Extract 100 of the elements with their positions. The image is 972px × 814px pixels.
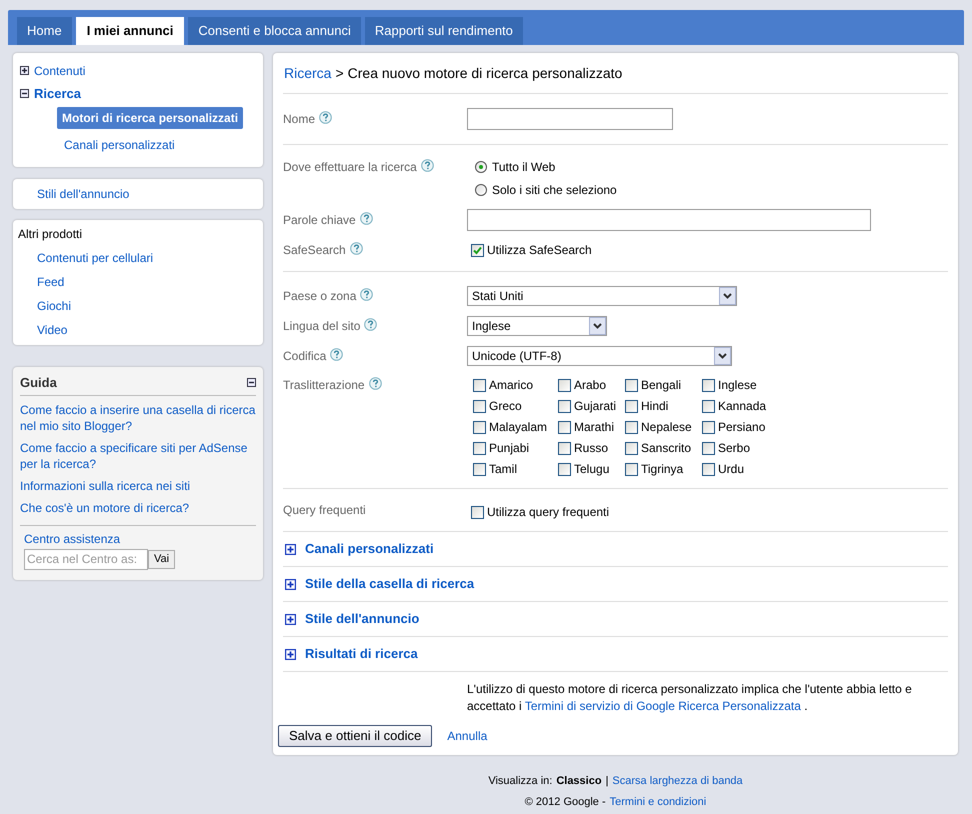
save-button[interactable]: Salva e ottieni il codice <box>278 725 432 747</box>
tab[interactable]: Rapporti sul rendimento <box>364 17 523 45</box>
panel-title: Altri prodotti <box>18 226 84 243</box>
checkbox-label: Gujarati <box>574 398 616 415</box>
checkbox-label: Utilizza query frequenti <box>487 504 610 521</box>
expand-icon[interactable] <box>285 544 296 554</box>
field-label: Traslitterazione <box>283 378 382 392</box>
checkbox-label: Marathi <box>574 419 614 436</box>
checkbox-label: Hindi <box>641 398 668 415</box>
checkbox[interactable] <box>473 400 486 412</box>
section-header[interactable]: Stile della casella di ricerca <box>305 574 474 594</box>
nav-item[interactable]: Canali personalizzati <box>57 134 182 156</box>
terms-conditions-link[interactable]: Termini e condizioni <box>610 794 706 810</box>
nav-link[interactable]: Stili dell'annuncio <box>37 187 130 201</box>
checkbox-label: Tamil <box>489 461 518 478</box>
collapse-icon[interactable] <box>247 378 256 388</box>
help-icon[interactable] <box>319 111 332 124</box>
checkbox[interactable] <box>702 462 715 476</box>
checkbox-label: Nepalese <box>641 419 692 436</box>
expand-icon[interactable] <box>285 648 296 660</box>
checkbox[interactable] <box>702 378 715 392</box>
field-label: Nome <box>283 112 332 126</box>
checkbox[interactable] <box>471 244 484 256</box>
checkbox[interactable] <box>625 442 638 454</box>
checkbox-label: Arabo <box>574 377 606 394</box>
checkbox[interactable] <box>625 462 638 476</box>
field-label: Dove effettuare la ricerca <box>283 160 434 174</box>
checkbox[interactable] <box>558 462 571 476</box>
checkbox-label: Tigrinya <box>641 461 684 478</box>
language-select[interactable]: Inglese <box>467 316 607 336</box>
breadcrumb-separator: > <box>335 64 344 83</box>
name-field[interactable] <box>467 108 673 130</box>
keywords-field[interactable] <box>467 209 871 231</box>
help-icon[interactable] <box>364 318 378 331</box>
field-label: Codifica <box>283 349 344 363</box>
checkbox[interactable] <box>702 442 715 454</box>
section-header[interactable]: Risultati di ricerca <box>305 644 418 664</box>
section-header[interactable]: Stile dell'annuncio <box>305 609 420 629</box>
checkbox[interactable] <box>702 420 715 434</box>
nav-link[interactable]: Ricerca <box>34 84 81 104</box>
terms-text: L'utilizzo di questo motore di ricerca personalizzato implica che l'utente abbia letto e accettato i Termini di servizio di Google Ricerca Personalizzata . <box>467 681 913 715</box>
help-icon[interactable] <box>360 288 374 301</box>
checkbox[interactable] <box>625 400 638 412</box>
checkbox[interactable] <box>625 378 638 392</box>
checkbox[interactable] <box>558 400 571 412</box>
expand-icon[interactable] <box>285 614 296 624</box>
checkbox[interactable] <box>473 378 486 392</box>
tab[interactable]: I miei annunci <box>76 17 184 45</box>
help-icon[interactable] <box>420 159 434 172</box>
help-link[interactable]: Che cos'è un motore di ricerca? <box>20 500 256 516</box>
field-label: Lingua del sito <box>283 319 378 333</box>
help-icon[interactable] <box>330 348 344 361</box>
tab[interactable]: Consenti e blocca annunci <box>188 17 361 45</box>
radio-button[interactable] <box>475 184 487 196</box>
go-button[interactable]: Vai <box>148 550 176 568</box>
checkbox[interactable] <box>471 506 484 518</box>
expand-icon[interactable] <box>285 578 296 590</box>
terms-link[interactable]: Termini di servizio di Google Ricerca Personalizzata <box>524 699 801 713</box>
help-link[interactable]: Come faccio a inserire una casella di ricerca nel mio sito Blogger? <box>20 402 256 434</box>
search-field[interactable]: Cerca nel Centro as: <box>24 548 148 570</box>
checkbox-label: Urdu <box>718 461 744 478</box>
nav-link[interactable]: Contenuti <box>34 62 86 80</box>
checkbox[interactable] <box>473 442 486 454</box>
checkbox[interactable] <box>473 462 486 476</box>
checkbox-label: Persiano <box>718 419 766 436</box>
section-header[interactable]: Canali personalizzati <box>305 539 434 559</box>
radio-button[interactable] <box>475 161 487 173</box>
help-icon[interactable] <box>350 242 363 255</box>
radio-label: Solo i siti che seleziono <box>492 182 617 199</box>
country-select[interactable]: Stati Uniti <box>467 286 737 306</box>
help-link[interactable]: Informazioni sulla ricerca nei siti <box>20 478 256 494</box>
separator: | <box>606 774 608 789</box>
checkbox[interactable] <box>558 442 571 454</box>
view-link[interactable]: Scarsa larghezza di banda <box>612 773 743 790</box>
checkbox[interactable] <box>558 420 571 434</box>
encoding-select[interactable]: Unicode (UTF-8) <box>467 346 732 366</box>
product-link[interactable]: Contenuti per cellulari <box>18 249 263 267</box>
cancel-link[interactable]: Annulla <box>447 727 488 745</box>
checkbox-label: Malayalam <box>489 419 548 436</box>
expand-icon[interactable] <box>20 66 29 75</box>
product-link[interactable]: Feed <box>18 273 263 291</box>
checkbox-label: Serbo <box>718 440 750 457</box>
field-label: Paese o zona <box>283 289 374 303</box>
tab[interactable]: Home <box>17 17 72 45</box>
guide-title: Guida <box>20 374 57 392</box>
checkbox[interactable] <box>473 420 486 434</box>
breadcrumb-link[interactable]: Ricerca <box>284 63 332 84</box>
product-link[interactable]: Giochi <box>18 297 263 315</box>
help-link[interactable]: Come faccio a specificare siti per AdSense per la ricerca? <box>20 440 256 472</box>
help-center-link[interactable]: Centro assistenza <box>24 530 256 548</box>
field-label: Query frequenti <box>283 503 366 517</box>
checkbox[interactable] <box>625 420 638 434</box>
collapse-icon[interactable] <box>20 89 29 98</box>
nav-item[interactable]: Motori di ricerca personalizzati <box>57 107 244 129</box>
checkbox-label: Telugu <box>574 461 610 478</box>
help-icon[interactable] <box>368 377 382 390</box>
checkbox[interactable] <box>558 378 571 392</box>
checkbox[interactable] <box>702 400 715 412</box>
product-link[interactable]: Video <box>18 321 263 339</box>
help-icon[interactable] <box>360 212 373 225</box>
